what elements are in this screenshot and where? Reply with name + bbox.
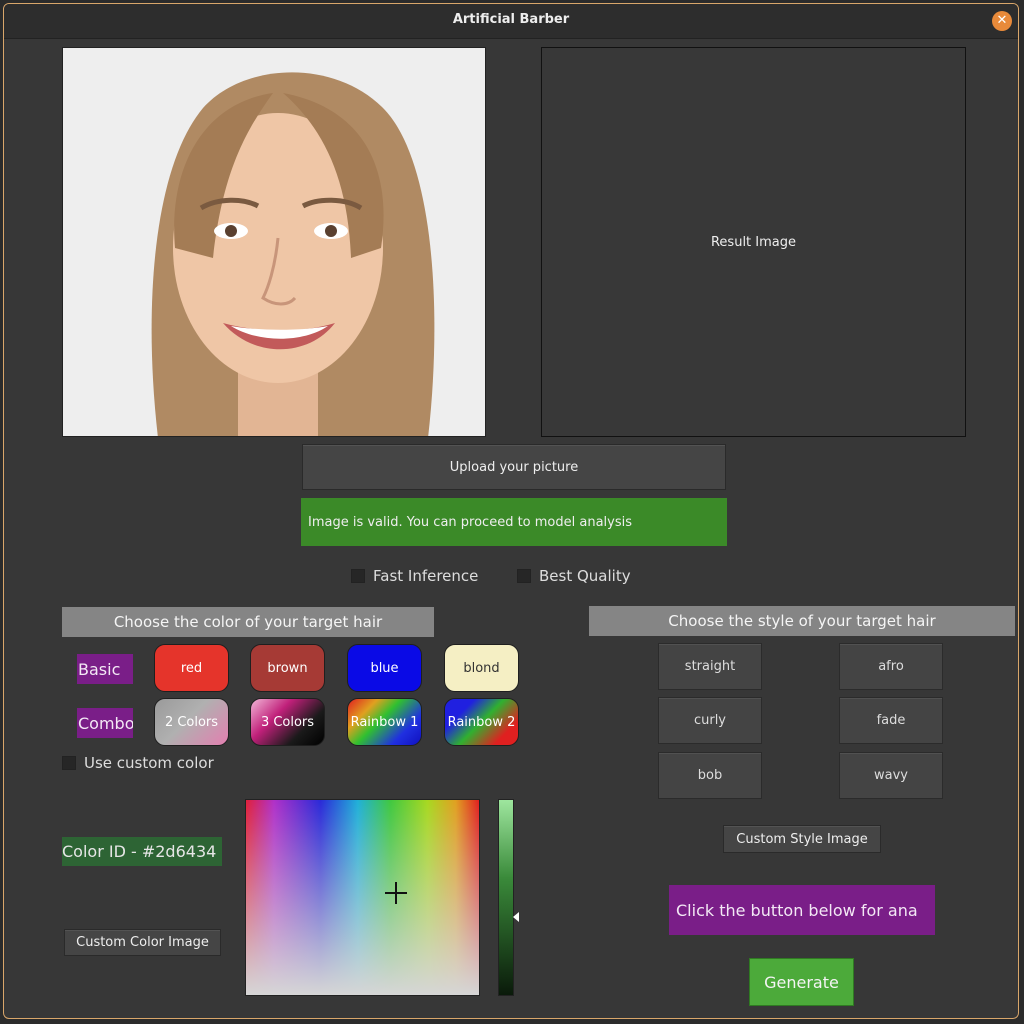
color-picker-area[interactable] xyxy=(245,799,480,996)
custom-color-image-button[interactable]: Custom Color Image xyxy=(64,929,221,956)
style-bob-button[interactable]: bob xyxy=(658,752,762,799)
basic-label: Basic xyxy=(77,654,133,684)
use-custom-color-label: Use custom color xyxy=(84,754,214,772)
source-photo xyxy=(62,47,486,437)
custom-color-image-label: Custom Color Image xyxy=(76,935,209,950)
upload-picture-button[interactable]: Upload your picture xyxy=(302,444,726,490)
combo-label: Combo xyxy=(77,708,133,738)
fast-inference-checkbox[interactable]: Fast Inference xyxy=(351,566,478,586)
fast-inference-box[interactable] xyxy=(351,569,365,583)
hint-text: Click the button below for ana xyxy=(676,900,918,920)
color-blond-button[interactable]: blond xyxy=(444,644,519,692)
portrait-image xyxy=(63,48,485,436)
use-custom-color-box[interactable] xyxy=(62,756,76,770)
combo-3-colors-label: 3 Colors xyxy=(260,714,315,730)
status-text: Image is valid. You can proceed to model… xyxy=(308,514,633,530)
style-straight-label: straight xyxy=(684,659,736,674)
combo-rainbow-1-label: Rainbow 1 xyxy=(350,714,419,730)
color-red-label: red xyxy=(180,660,203,676)
style-wavy-button[interactable]: wavy xyxy=(839,752,943,799)
style-straight-button[interactable]: straight xyxy=(658,643,762,690)
close-icon[interactable]: ✕ xyxy=(992,11,1012,31)
combo-2-colors-button[interactable]: 2 Colors xyxy=(154,698,229,746)
combo-rainbow-2-button[interactable]: Rainbow 2 xyxy=(444,698,519,746)
status-message: Image is valid. You can proceed to model… xyxy=(301,498,727,546)
color-id-display: Color ID - #2d6434 xyxy=(62,837,222,866)
color-blond-label: blond xyxy=(463,660,500,676)
hint-label: Click the button below for ana xyxy=(669,885,935,935)
color-value-slider[interactable] xyxy=(498,799,514,996)
style-afro-label: afro xyxy=(878,659,904,674)
style-section-header: Choose the style of your target hair xyxy=(589,606,1015,636)
color-brown-button[interactable]: brown xyxy=(250,644,325,692)
color-red-button[interactable]: red xyxy=(154,644,229,692)
combo-rainbow-1-button[interactable]: Rainbow 1 xyxy=(347,698,422,746)
combo-3-colors-button[interactable]: 3 Colors xyxy=(250,698,325,746)
crosshair-cursor-icon xyxy=(384,881,408,905)
color-blue-label: blue xyxy=(370,660,399,676)
best-quality-checkbox[interactable]: Best Quality xyxy=(517,566,631,586)
style-curly-label: curly xyxy=(693,713,727,728)
generate-button[interactable]: Generate xyxy=(749,958,854,1006)
style-section-title: Choose the style of your target hair xyxy=(668,612,936,630)
result-image-panel: Result Image xyxy=(541,47,966,437)
value-slider-handle-icon[interactable] xyxy=(513,912,519,922)
style-fade-label: fade xyxy=(876,713,906,728)
combo-label-text: Combo xyxy=(78,713,133,733)
combo-rainbow-2-label: Rainbow 2 xyxy=(447,714,516,730)
fast-inference-label: Fast Inference xyxy=(373,567,479,585)
style-curly-button[interactable]: curly xyxy=(658,697,762,744)
window-title: Artificial Barber xyxy=(452,12,570,27)
title-bar: Artificial Barber ✕ xyxy=(4,4,1018,39)
app-window: Artificial Barber ✕ Result Image Upload … xyxy=(3,3,1019,1019)
custom-style-image-button[interactable]: Custom Style Image xyxy=(723,825,881,853)
color-blue-button[interactable]: blue xyxy=(347,644,422,692)
custom-style-image-label: Custom Style Image xyxy=(736,831,868,847)
color-section-header: Choose the color of your target hair xyxy=(62,607,434,637)
use-custom-color-checkbox[interactable]: Use custom color xyxy=(62,753,214,773)
color-id-text: Color ID - #2d6434 xyxy=(62,842,217,861)
basic-label-text: Basic xyxy=(78,659,121,679)
style-wavy-label: wavy xyxy=(874,768,908,783)
color-brown-label: brown xyxy=(267,660,308,676)
combo-2-colors-label: 2 Colors xyxy=(164,714,219,730)
upload-picture-label: Upload your picture xyxy=(449,459,579,475)
best-quality-box[interactable] xyxy=(517,569,531,583)
style-bob-label: bob xyxy=(697,768,723,783)
best-quality-label: Best Quality xyxy=(539,567,631,585)
color-section-title: Choose the color of your target hair xyxy=(113,613,383,631)
style-fade-button[interactable]: fade xyxy=(839,697,943,744)
style-afro-button[interactable]: afro xyxy=(839,643,943,690)
generate-label: Generate xyxy=(764,972,839,992)
result-image-label: Result Image xyxy=(710,234,796,250)
